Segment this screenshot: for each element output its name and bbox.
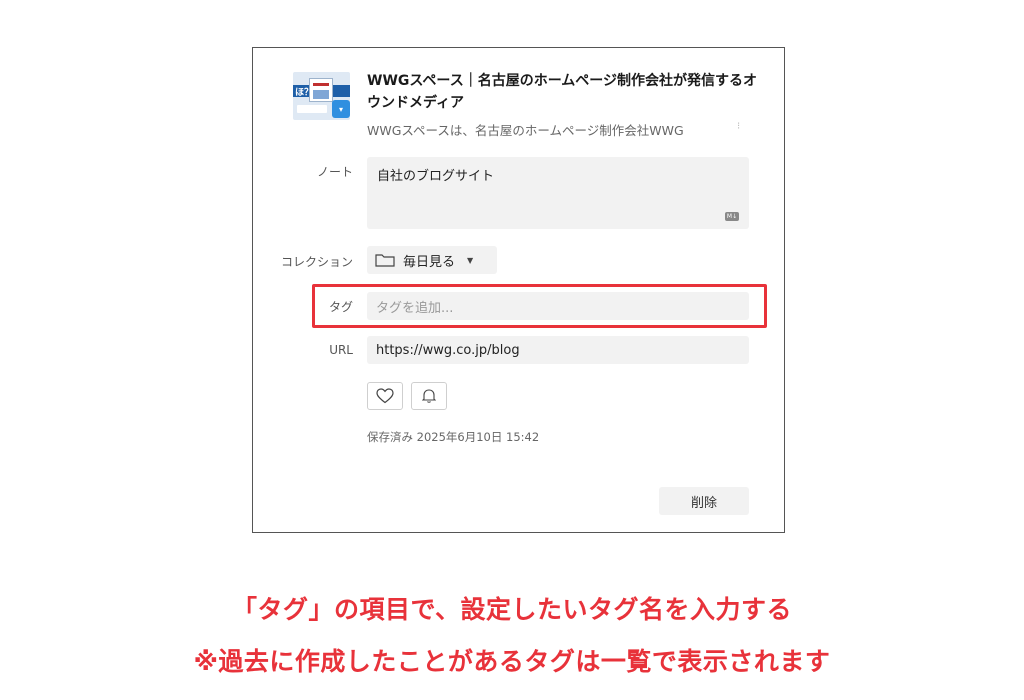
tag-highlight-box [312,284,767,328]
caption-line-1: 「タグ」の項目で、設定したいタグ名を入力する [231,595,792,624]
folder-icon [375,254,395,267]
saved-timestamp: 保存済み 2025年6月10日 15:42 [367,430,540,444]
bookmark-title[interactable]: WWGスペース｜名古屋のホームページ制作会社が発信するオウンドメディア [367,70,757,114]
favicon-icon: ▾ [332,100,350,118]
caret-down-icon: ▼ [467,255,474,265]
markdown-icon: M↓ [725,212,739,221]
reminder-button[interactable] [411,382,447,410]
note-label: ノート [316,165,353,179]
collection-select[interactable]: 毎日見る ▼ [367,246,497,274]
bookmark-description[interactable]: WWGスペースは、名古屋のホームページ制作会社WWG [367,120,737,139]
bookmark-thumbnail: ほ？ ▾ [293,72,350,120]
collection-value: 毎日見る [403,254,456,270]
url-label: URL [329,343,353,357]
favorite-button[interactable] [367,382,403,410]
bell-icon [422,389,436,403]
url-value: https://wwg.co.jp/blog [376,342,520,358]
heart-icon [376,388,394,404]
note-field[interactable]: 自社のブログサイト M↓ [367,157,749,229]
delete-button[interactable]: 削除 [659,487,749,515]
collection-label: コレクション [280,255,353,269]
url-field[interactable]: https://wwg.co.jp/blog [367,336,749,364]
resize-handle-icon[interactable]: ⁝ [737,121,740,132]
note-value: 自社のブログサイト [377,169,495,184]
caption-line-2: ※過去に作成したことがあるタグは一覧で表示されます [193,647,831,676]
